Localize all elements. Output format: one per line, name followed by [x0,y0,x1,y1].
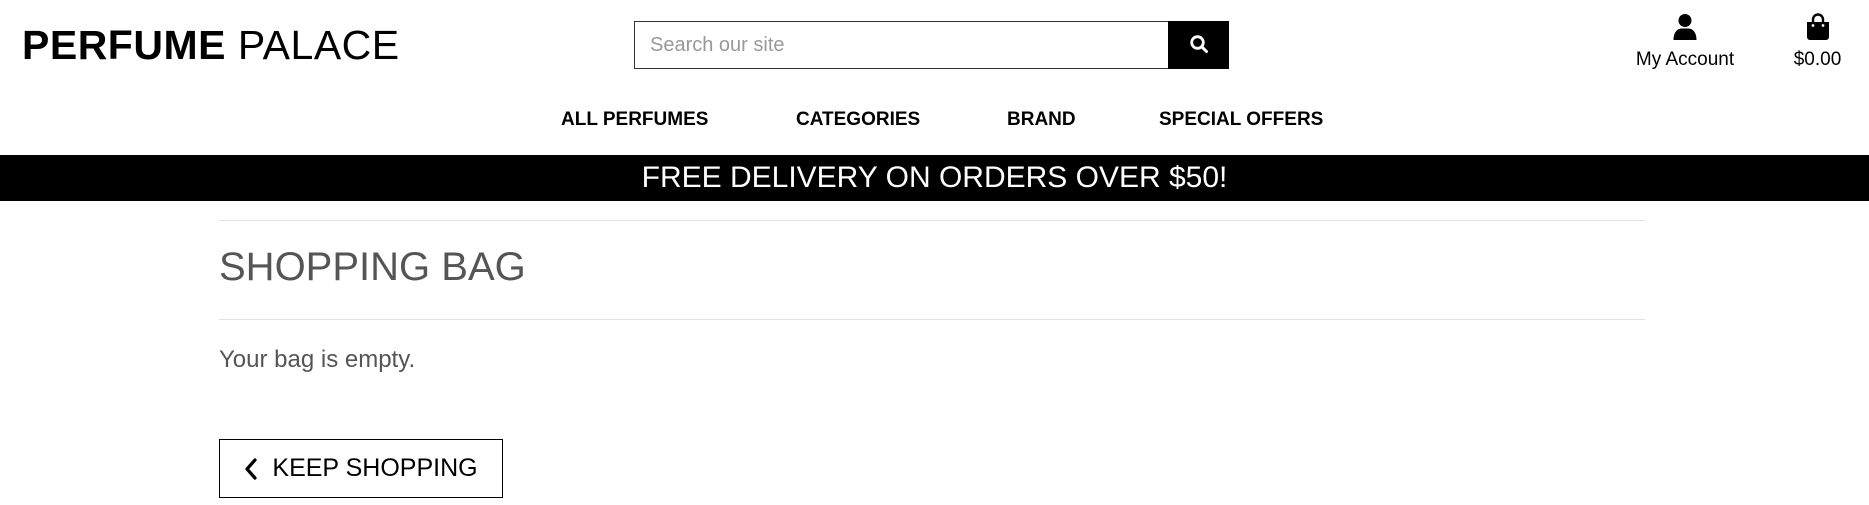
logo-light-text: PALACE [237,22,400,68]
nav-item-categories[interactable]: CATEGORIES [796,106,920,134]
main-nav: ALL PERFUMES CATEGORIES BRAND SPECIAL OF… [0,106,1869,134]
shopping-bag-link[interactable]: $0.00 [1780,12,1855,72]
shopping-bag-icon [1806,12,1830,46]
logo-bold-text: PERFUME [22,22,226,68]
my-account-label: My Account [1635,49,1735,70]
my-account-link[interactable]: My Account [1620,12,1750,72]
user-icon [1673,13,1697,46]
divider-bottom [219,319,1645,320]
search-input[interactable] [634,21,1168,69]
nav-item-brand[interactable]: BRAND [1007,106,1076,134]
search-button[interactable] [1168,21,1229,69]
site-header: PERFUME PALACE My Account [0,0,1869,155]
nav-item-all-perfumes[interactable]: ALL PERFUMES [561,106,708,134]
bag-total: $0.00 [1793,49,1842,70]
divider-top [219,220,1645,221]
chevron-left-icon [244,457,258,480]
search-form [634,21,1229,69]
keep-shopping-button[interactable]: KEEP SHOPPING [219,439,503,498]
search-icon [1189,34,1209,57]
keep-shopping-label: KEEP SHOPPING [272,454,478,482]
empty-bag-message: Your bag is empty. [219,346,416,373]
page-title: SHOPPING BAG [219,245,526,289]
nav-item-special-offers[interactable]: SPECIAL OFFERS [1159,106,1323,134]
free-delivery-banner: FREE DELIVERY ON ORDERS OVER $50! [0,155,1869,201]
site-logo[interactable]: PERFUME PALACE [22,22,400,68]
